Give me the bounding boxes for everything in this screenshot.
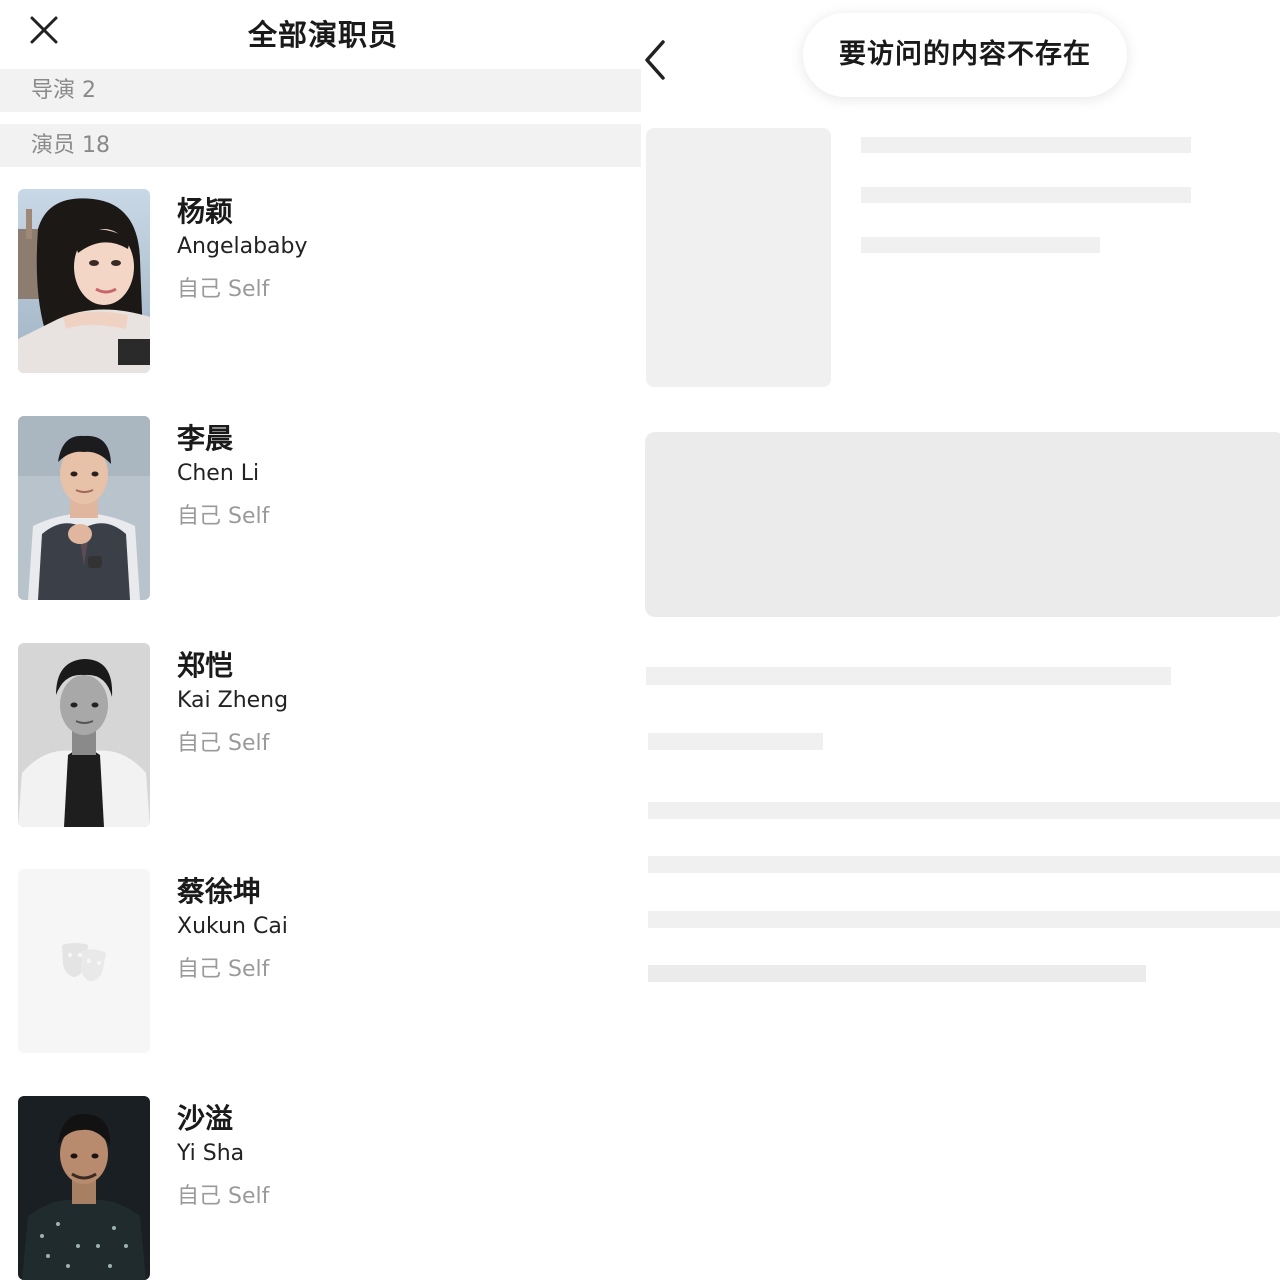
avatar (18, 189, 150, 373)
avatar-placeholder (18, 869, 150, 1053)
skeleton-line (648, 733, 823, 750)
detail-panel: 要访问的内容不存在 (641, 0, 1280, 1280)
theater-masks-icon (18, 869, 150, 1053)
skeleton-line (861, 137, 1191, 153)
skeleton-line (648, 856, 1280, 873)
cast-chinese-name: 沙溢 (177, 1102, 234, 1135)
skeleton-block (645, 432, 1280, 617)
skeleton-line (646, 667, 1171, 685)
cast-role: 自己 Self (177, 1184, 270, 1209)
skeleton-line (648, 965, 1146, 982)
cast-role: 自己 Self (177, 277, 270, 302)
cast-chinese-name: 杨颖 (177, 195, 234, 228)
error-toast: 要访问的内容不存在 (803, 13, 1127, 97)
page-title: 全部演职员 (247, 18, 398, 52)
cast-english-name: Yi Sha (177, 1141, 245, 1166)
cast-item[interactable]: 沙溢 Yi Sha 自己 Self (0, 1096, 641, 1280)
cast-item[interactable]: 李晨 Chen Li 自己 Self (0, 416, 641, 602)
cast-item[interactable]: 郑恺 Kai Zheng 自己 Self (0, 643, 641, 829)
cast-english-name: Angelababy (177, 234, 308, 259)
avatar (18, 643, 150, 827)
avatar (18, 1096, 150, 1280)
section-directors[interactable]: 导演 2 (0, 69, 641, 112)
skeleton-line (648, 802, 1280, 819)
back-button[interactable] (641, 38, 669, 82)
cast-item[interactable]: 杨颖 Angelababy 自己 Self (0, 189, 641, 375)
cast-chinese-name: 蔡徐坤 (177, 875, 262, 908)
skeleton-line (861, 187, 1191, 203)
cast-english-name: Xukun Cai (177, 914, 288, 939)
chevron-left-icon (645, 40, 665, 80)
skeleton-line (861, 237, 1100, 253)
avatar (18, 416, 150, 600)
cast-english-name: Kai Zheng (177, 688, 289, 713)
skeleton-poster (646, 128, 831, 387)
section-actors: 演员 18 (0, 124, 641, 167)
cast-item[interactable]: 蔡徐坤 Xukun Cai 自己 Self (0, 869, 641, 1055)
cast-role: 自己 Self (177, 957, 270, 982)
cast-chinese-name: 郑恺 (177, 649, 234, 682)
cast-role: 自己 Self (177, 731, 270, 756)
skeleton-line (648, 911, 1280, 928)
cast-role: 自己 Self (177, 504, 270, 529)
cast-chinese-name: 李晨 (177, 422, 234, 455)
cast-list-panel: 全部演职员 导演 2 演员 18 杨颖 Angelababy 自己 Self 李… (0, 0, 641, 1280)
cast-english-name: Chen Li (177, 461, 260, 486)
